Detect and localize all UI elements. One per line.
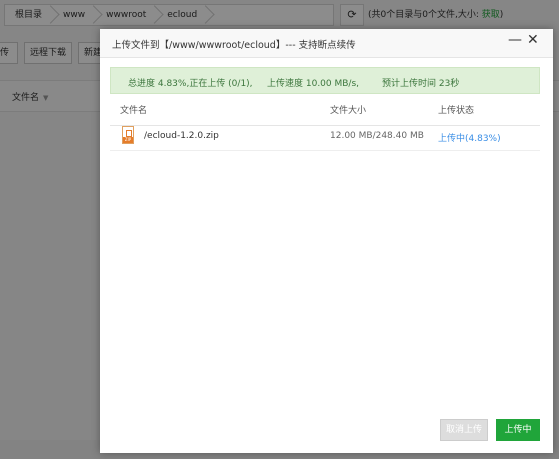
file-size: 12.00 MB/248.40 MB xyxy=(330,131,424,141)
close-icon[interactable]: ✕ xyxy=(527,32,539,48)
column-header-size: 文件大小 xyxy=(330,106,367,116)
zip-file-icon: ZIP xyxy=(122,126,134,144)
upload-speed-text: 上传速度 10.00 MB/s, xyxy=(267,79,360,89)
upload-in-progress-button[interactable]: 上传中 xyxy=(496,419,540,441)
minimize-icon[interactable]: — xyxy=(508,32,522,48)
upload-status: 上传中(4.83%) xyxy=(438,134,501,144)
cancel-upload-button[interactable]: 取消上传 xyxy=(440,419,488,441)
column-header-status: 上传状态 xyxy=(438,106,475,116)
dialog-title-bar: 上传文件到【/www/wwwroot/ecloud】--- 支持断点续传 — ✕ xyxy=(100,29,553,58)
column-header-name: 文件名 xyxy=(120,106,148,116)
file-name: /ecloud-1.2.0.zip xyxy=(144,131,219,141)
eta-text: 预计上传时间 23秒 xyxy=(382,79,460,89)
dialog-title: 上传文件到【/www/wwwroot/ecloud】--- 支持断点续传 xyxy=(112,40,356,51)
table-row: ZIP /ecloud-1.2.0.zip 12.00 MB/248.40 MB… xyxy=(110,126,540,151)
total-progress-text: 总进度 4.83%,正在上传 (0/1), xyxy=(128,79,253,89)
upload-progress-banner: 总进度 4.83%,正在上传 (0/1), 上传速度 10.00 MB/s, 预… xyxy=(110,67,540,94)
upload-dialog: 上传文件到【/www/wwwroot/ecloud】--- 支持断点续传 — ✕… xyxy=(100,29,553,453)
